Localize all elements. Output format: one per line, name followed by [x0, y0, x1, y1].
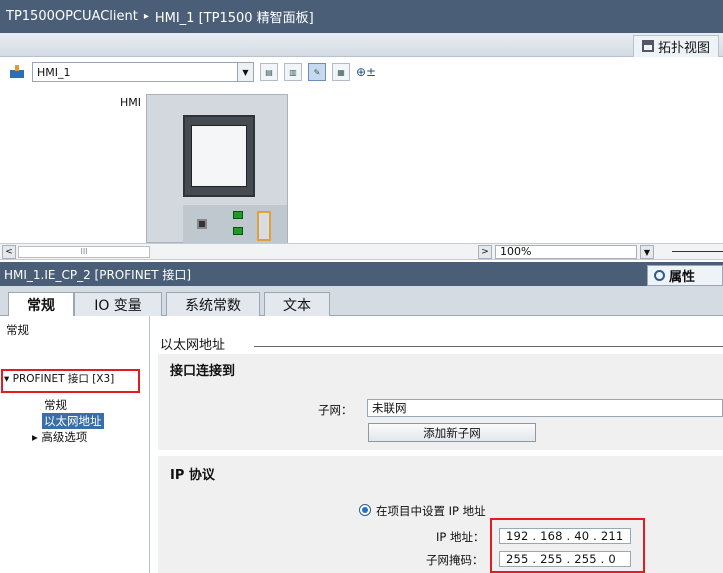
profinet-port-icon[interactable]: [233, 211, 243, 219]
properties-icon: [654, 270, 665, 281]
tab-io-tags[interactable]: IO 变量: [74, 292, 162, 316]
zoom-in-icon[interactable]: ⊕±: [356, 65, 376, 79]
hmi-screen-graphic: [191, 125, 247, 187]
topology-view-tab[interactable]: 拓扑视图: [632, 34, 719, 57]
subnet-field[interactable]: 未联网: [367, 399, 723, 417]
chevron-down-icon[interactable]: ▼: [640, 245, 654, 259]
scroll-left-button[interactable]: <: [2, 245, 16, 259]
sidebar-item-general[interactable]: 常规: [6, 322, 29, 338]
device-canvas: HMI: [0, 86, 723, 244]
tab-system-constants[interactable]: 系统常数: [166, 292, 260, 316]
ip-address-label: IP 地址：: [436, 530, 485, 544]
zoom-slider[interactable]: [672, 251, 723, 252]
device-select-value: HMI_1: [37, 65, 71, 79]
topology-icon: [641, 40, 654, 52]
subnet-label: 子网：: [318, 403, 353, 417]
scroll-right-button[interactable]: >: [478, 245, 492, 259]
profinet-port-icon[interactable]: [233, 227, 243, 235]
title-bar: TP1500OPCUAClient ▸ HMI_1 [TP1500 精智面板]: [0, 0, 723, 33]
port-area: [183, 205, 287, 244]
inspector-sidebar: 常规 ▾ PROFINET 接口 [X3] 常规 以太网地址 ▸ 高级选项: [0, 316, 150, 573]
properties-label: 属性: [669, 270, 696, 285]
inspector-tabs: 常规 IO 变量 系统常数 文本: [0, 286, 723, 317]
sidebar-item-sub-general[interactable]: 常规: [44, 397, 67, 413]
subnet-mask-label: 子网掩码：: [426, 553, 484, 567]
scroll-thumb[interactable]: III: [18, 246, 150, 258]
set-ip-label: 在项目中设置 IP 地址: [376, 504, 486, 518]
inspector-content: 以太网地址 接口连接到 子网： 未联网 添加新子网 IP 协议 在项目中设置 I…: [150, 316, 723, 573]
grid-icon[interactable]: ▤: [260, 63, 278, 81]
view-bar: 拓扑视图: [0, 33, 723, 57]
properties-tab[interactable]: 属性: [647, 265, 723, 286]
names-icon[interactable]: ▥: [284, 63, 302, 81]
port-icon[interactable]: [197, 219, 207, 229]
zoom-level[interactable]: 100%: [495, 245, 637, 259]
device-select[interactable]: HMI_1 ▼: [32, 62, 254, 82]
ip-protocol-heading: IP 协议: [170, 468, 215, 483]
device-icon: [8, 64, 26, 80]
table-icon[interactable]: ▦: [332, 63, 350, 81]
horizontal-scrollbar[interactable]: < III > 100% ▼: [0, 243, 723, 260]
highlight-box: [490, 518, 645, 573]
hmi-panel-graphic: [183, 115, 255, 197]
breadcrumb-separator: ▸: [143, 11, 149, 22]
add-subnet-button[interactable]: 添加新子网: [368, 423, 536, 442]
inspector-header: HMI_1.IE_CP_2 [PROFINET 接口]: [0, 262, 723, 286]
device-toolbar: HMI_1 ▼ ▤ ▥ ✎ ▦ ⊕±: [0, 58, 723, 86]
section-title: 以太网地址: [160, 338, 226, 353]
project-name: TP1500OPCUAClient: [6, 9, 138, 24]
topology-view-label: 拓扑视图: [657, 40, 710, 56]
sidebar-item-ethernet[interactable]: 以太网地址: [42, 413, 104, 429]
tab-texts[interactable]: 文本: [264, 292, 330, 316]
tab-general[interactable]: 常规: [8, 292, 74, 317]
device-label: HMI: [120, 96, 142, 109]
edit-icon[interactable]: ✎: [308, 63, 326, 81]
device-title: HMI_1 [TP1500 精智面板]: [154, 11, 314, 26]
sidebar-item-advanced[interactable]: ▸ 高级选项: [32, 429, 87, 445]
set-ip-radio[interactable]: [359, 504, 371, 516]
inspector-title: HMI_1.IE_CP_2 [PROFINET 接口]: [4, 267, 192, 282]
hmi-device-graphic[interactable]: [146, 94, 288, 244]
interface-port-icon[interactable]: [257, 211, 271, 241]
section-divider: [254, 346, 723, 347]
chevron-down-icon[interactable]: ▼: [237, 63, 253, 81]
highlight-box: [1, 369, 140, 393]
interface-connected-heading: 接口连接到: [170, 364, 236, 379]
